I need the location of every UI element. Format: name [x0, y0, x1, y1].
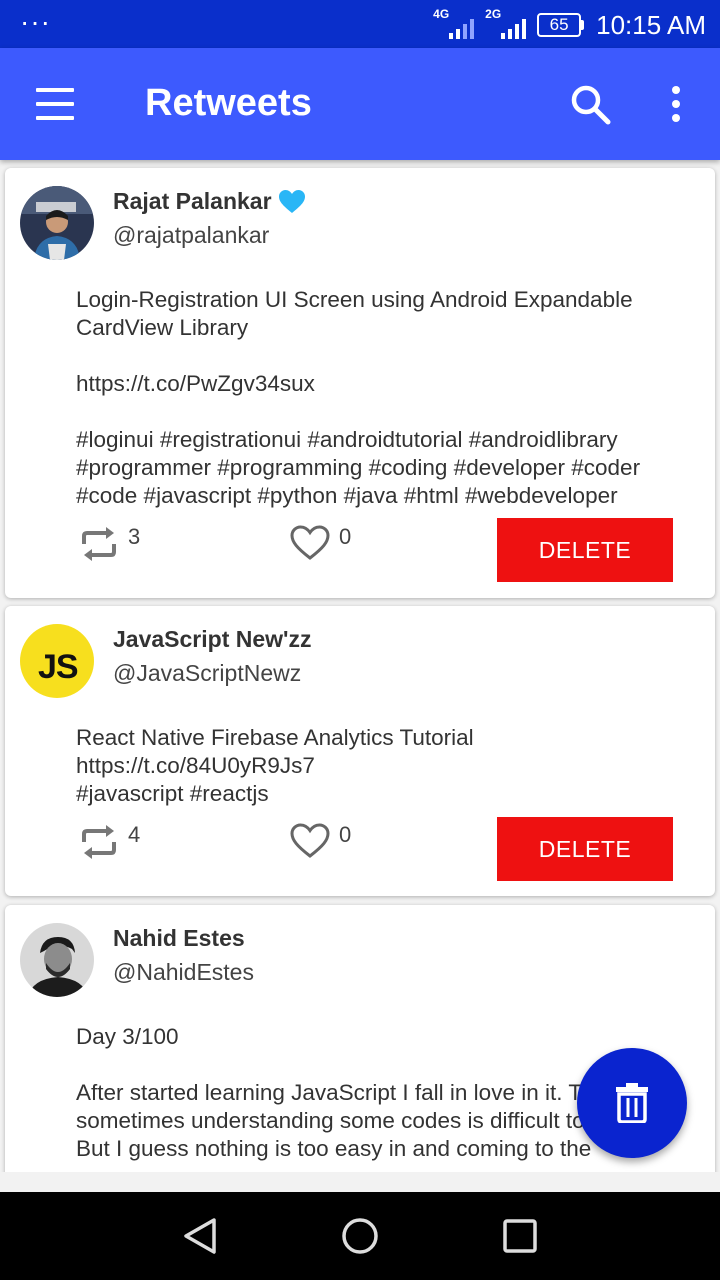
- like-count: 0: [339, 524, 352, 549]
- tweet-paragraph: Login-Registration UI Screen using Andro…: [76, 287, 639, 340]
- home-circle-icon[interactable]: [334, 1210, 386, 1262]
- bottom-strip: [0, 1172, 720, 1192]
- author-name: JavaScript New'zz: [113, 626, 312, 653]
- author-name: Nahid Estes: [113, 925, 245, 952]
- like-count: 0: [339, 822, 352, 847]
- avatar: [20, 923, 94, 997]
- network-2g-indicator: 2G: [485, 7, 529, 41]
- author-name: Rajat Palankar: [113, 188, 306, 215]
- like-heart-icon[interactable]: [289, 822, 331, 860]
- status-bar: ··· 4G 2G 65 10:15 AM: [0, 0, 720, 48]
- tweet-paragraph: Day 3/100: [76, 1024, 179, 1049]
- tweet-paragraph: React Native Firebase Analytics Tutorial…: [76, 725, 474, 806]
- delete-all-fab[interactable]: [577, 1048, 687, 1158]
- tweet-card: Rajat Palankar @rajatpalankar Login-Regi…: [5, 168, 715, 598]
- author-name-text: JavaScript New'zz: [113, 626, 312, 652]
- delete-button[interactable]: DELETE: [497, 817, 673, 881]
- signal-4g-icon: [449, 19, 475, 39]
- signal-2g-icon: [501, 19, 527, 39]
- verified-heart-icon: [278, 189, 305, 213]
- avatar: [20, 186, 94, 260]
- more-vert-icon[interactable]: [660, 84, 692, 124]
- author-handle: @NahidEstes: [113, 959, 254, 985]
- search-icon[interactable]: [568, 82, 614, 128]
- back-triangle-icon[interactable]: [174, 1210, 226, 1262]
- status-time: 10:15 AM: [596, 9, 706, 40]
- like-heart-icon[interactable]: [289, 524, 331, 562]
- status-indicators: 4G 2G 65 10:15 AM: [433, 7, 706, 42]
- hamburger-menu-icon[interactable]: [30, 84, 82, 124]
- recents-square-icon[interactable]: [494, 1210, 546, 1262]
- page-title: Retweets: [145, 82, 312, 124]
- author-name-text: Nahid Estes: [113, 925, 245, 951]
- author-handle: @rajatpalankar: [113, 222, 270, 248]
- avatar: JS: [20, 624, 94, 698]
- tweet-feed: Rajat Palankar @rajatpalankar Login-Regi…: [0, 160, 720, 1172]
- author-name-text: Rajat Palankar: [113, 188, 272, 214]
- tweet-link[interactable]: https://t.co/PwZgv34sux: [76, 370, 701, 398]
- retweet-count: 3: [128, 524, 141, 549]
- network-4g-indicator: 4G: [433, 7, 477, 41]
- system-nav-bar: [0, 1192, 720, 1280]
- notification-dots: ···: [20, 6, 51, 37]
- trash-icon: [616, 1083, 648, 1123]
- battery-icon: 65: [537, 13, 585, 37]
- retweet-count: 4: [128, 822, 141, 847]
- tweet-body: Login-Registration UI Screen using Andro…: [76, 286, 701, 510]
- avatar-js-logo-text: JS: [38, 648, 79, 686]
- delete-button[interactable]: DELETE: [497, 518, 673, 582]
- app-bar: Retweets: [0, 48, 720, 160]
- retweet-icon[interactable]: [78, 824, 120, 860]
- retweet-icon[interactable]: [78, 526, 120, 562]
- tweet-card: JS JavaScript New'zz @JavaScriptNewz Rea…: [5, 606, 715, 896]
- battery-level: 65: [537, 13, 582, 37]
- tweet-hashtags: #loginui #registrationui #androidtutoria…: [76, 427, 647, 508]
- author-handle: @JavaScriptNewz: [113, 660, 302, 686]
- tweet-body: React Native Firebase Analytics Tutorial…: [76, 724, 701, 808]
